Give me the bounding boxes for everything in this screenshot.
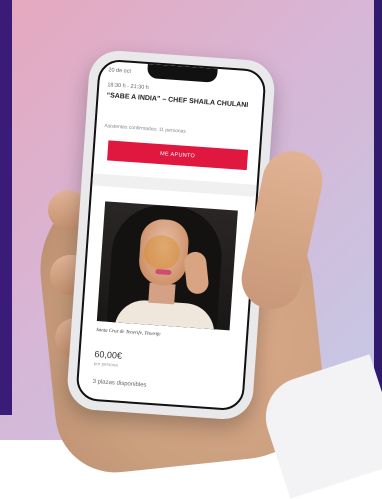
photo-lips [155,269,172,276]
phone-screen: 20 de oct 18:30 h - 21:30 h “SABE A INDI… [75,58,267,412]
price-unit: por persona [93,360,119,368]
phone-notch [146,63,218,83]
confirmed-attendees: Asistentes confirmados: 11 personas [104,123,187,135]
event-time: 18:30 h - 21:30 h [107,82,149,92]
section-divider [92,173,257,197]
event-title: “SABE A INDIA” – CHEF SHAILA CHULANI [106,92,249,110]
phone: 20 de oct 18:30 h - 21:30 h “SABE A INDI… [65,48,277,422]
event-price: 60,00€ [94,348,123,361]
event-location: Santa Cruz de Tenerife, Tenerife [95,328,161,338]
availability: 3 plazas disponibles [92,378,147,389]
event-date: 20 de oct [108,67,132,75]
signup-button[interactable]: ME APUNTO [107,140,249,171]
left-accent-bar [0,0,12,415]
chef-photo [96,201,238,331]
photo-neck [148,282,176,305]
